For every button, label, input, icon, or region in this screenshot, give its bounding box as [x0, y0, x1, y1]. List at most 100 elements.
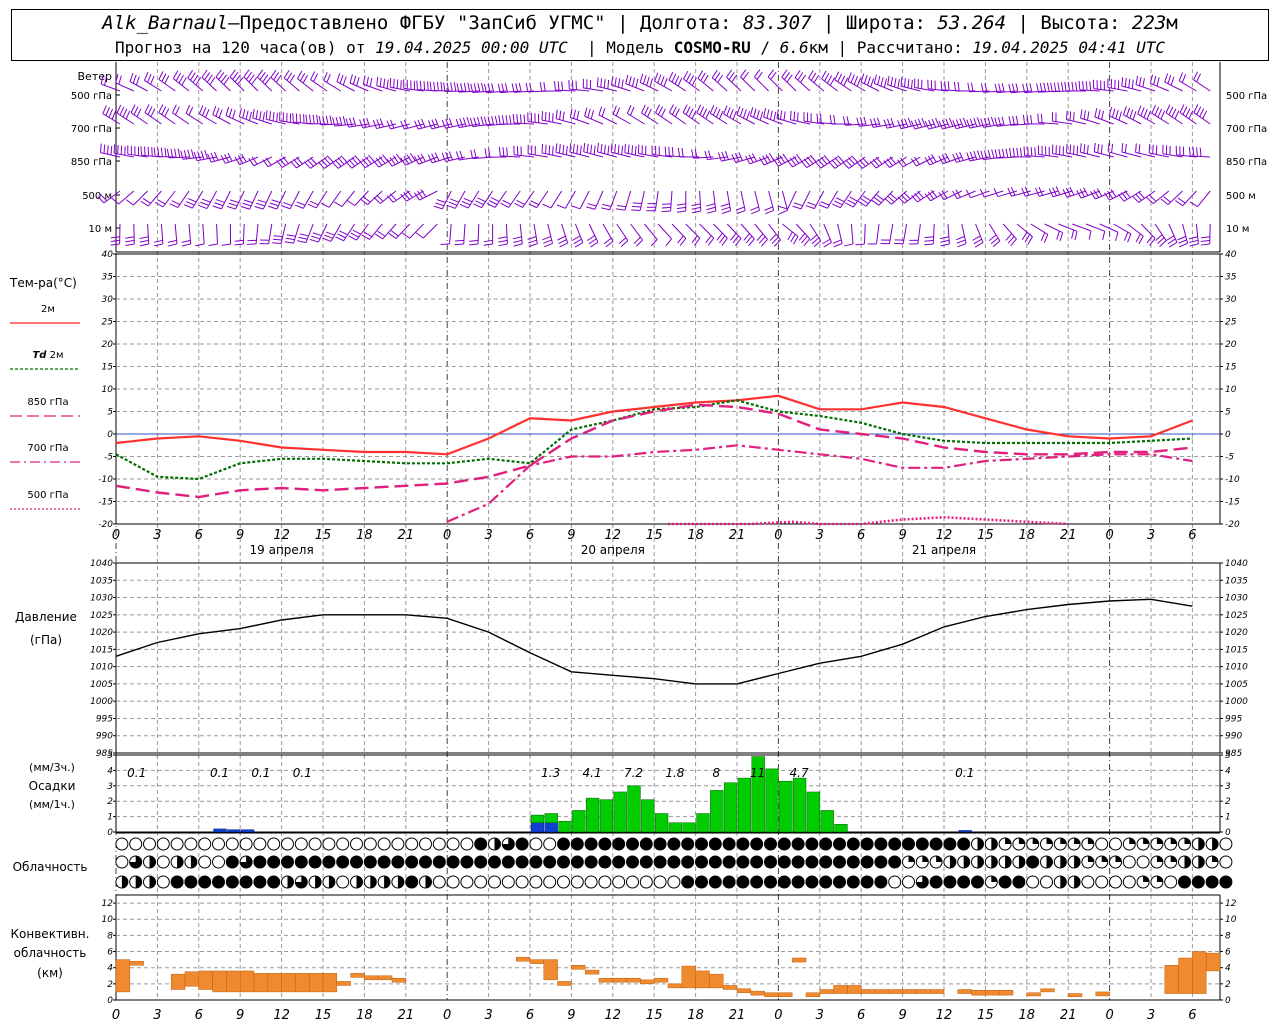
cloud-circle	[1081, 875, 1095, 889]
wind-barb-flag	[671, 106, 677, 115]
wind-barb-flag	[283, 202, 292, 207]
wind-barb-shaft	[630, 223, 644, 241]
temp-tick-label-right: 20	[1225, 340, 1237, 350]
cloud-symbol	[1178, 855, 1191, 869]
wind-barb-flag	[765, 209, 774, 215]
hour-tick-label: 0	[112, 528, 120, 543]
cloud-symbol	[998, 875, 1012, 889]
conv-cloud-bar	[308, 973, 324, 993]
pressure-tick-label-right: 1035	[1225, 576, 1248, 586]
cloud-circle	[584, 837, 598, 851]
wind-barb-flag	[829, 77, 836, 86]
cloud-circle	[156, 855, 170, 869]
wind-barb-flag	[1129, 109, 1134, 119]
wind-barb-flag	[1021, 231, 1028, 241]
wind-barb-flag	[1072, 145, 1075, 155]
cloud-symbol	[722, 837, 736, 851]
wind-barb-shaft	[609, 190, 618, 210]
cloud-symbol	[474, 855, 488, 869]
cloud-fill	[1198, 856, 1205, 868]
hour-tick-label: 3	[1147, 528, 1155, 543]
wind-barb-flag	[238, 107, 242, 117]
wind-barb-flag	[228, 108, 233, 118]
wind-barb-flag	[1083, 110, 1086, 120]
cloud-symbol	[1205, 875, 1219, 889]
cloud-symbol	[833, 837, 846, 851]
wind-barb-flag	[763, 108, 767, 118]
cloud-circle	[570, 855, 584, 869]
cloud-symbol	[184, 855, 198, 869]
wind-barb-flag	[641, 104, 646, 114]
wind-barb-shaft	[1151, 112, 1170, 125]
cloud-symbol	[267, 837, 281, 851]
cloud-circle	[639, 855, 653, 869]
wind-barb-flag	[736, 210, 746, 215]
wind-barb-flag	[605, 240, 614, 248]
cloud-symbol	[626, 855, 639, 869]
wind-barb-flag	[959, 152, 964, 161]
wind-barb-flag	[586, 206, 596, 210]
cloud-symbol	[902, 837, 915, 851]
wind-barb-flag	[1067, 81, 1071, 91]
conv-cloud-bar	[212, 970, 227, 993]
wind-barb-flag	[329, 115, 333, 125]
pressure-tick-label-left: 1035	[90, 576, 113, 586]
cloud-circle	[777, 855, 791, 869]
wind-barb-shaft	[574, 223, 584, 243]
wind-level-label: 10 м	[89, 224, 112, 235]
cloud-symbol	[405, 837, 419, 851]
hour-tick-label: 18	[687, 528, 704, 543]
wind-barb-flag	[576, 110, 580, 120]
cloud-symbol	[1067, 875, 1081, 889]
pressure-tick-label-left: 1020	[90, 628, 113, 638]
cloud-symbol	[419, 837, 432, 851]
cloud-circle	[170, 875, 184, 889]
cloud-circle	[115, 837, 129, 851]
wind-barb	[626, 105, 645, 125]
cloud-symbol	[515, 875, 529, 889]
cloud-symbol	[156, 855, 170, 869]
cloud-circle	[805, 837, 819, 851]
wind-barb-flag	[215, 199, 225, 203]
wind-barb-flag	[593, 145, 596, 155]
cloud-fill	[1184, 838, 1191, 844]
cloud-fill	[977, 838, 984, 850]
cloud-fill	[908, 856, 915, 862]
cloud-circle	[198, 837, 212, 851]
wind-barb-flag	[1065, 110, 1068, 120]
wind-barb-flag	[122, 108, 128, 118]
wind-barb-flag	[265, 110, 268, 120]
cloud-fill	[1074, 856, 1081, 868]
wind-barb	[691, 190, 702, 214]
cloud-circle	[612, 837, 626, 851]
wind-barb-flag	[770, 71, 777, 80]
wind-barb-shaft	[133, 190, 148, 206]
cloud-fill	[1087, 838, 1094, 844]
wind-barb	[939, 223, 950, 247]
wind-barb-flag	[721, 206, 731, 211]
wind-barb-flag	[218, 109, 223, 119]
cloud-symbol	[212, 875, 225, 889]
cloud-circle	[681, 875, 695, 889]
cloud-fill	[1046, 856, 1053, 868]
wind-barb-flag	[543, 82, 546, 92]
cloud-symbol	[170, 855, 184, 869]
cloud-fill	[1143, 838, 1150, 844]
precip-tick-label-right: 1	[1225, 813, 1231, 823]
cloud-circle	[267, 875, 281, 889]
cloud-circle	[957, 875, 971, 889]
wind-barb-flag	[208, 243, 218, 247]
cloud-circle	[129, 837, 143, 851]
wind-barb-flag	[350, 232, 359, 238]
cloud-circle	[1040, 875, 1053, 889]
wind-barb-flag	[876, 194, 885, 201]
temp-tick-label-left: 35	[102, 273, 114, 283]
cloud-circle	[833, 837, 846, 851]
wind-barb	[749, 107, 769, 125]
wind-barb-flag	[1027, 146, 1029, 156]
bottom-hour-tick-label: 9	[898, 1008, 906, 1023]
cloud-circle	[598, 875, 612, 889]
wind-barb-flag	[215, 69, 222, 78]
cloud-symbol	[819, 875, 833, 889]
wind-barb-flag	[903, 78, 906, 88]
